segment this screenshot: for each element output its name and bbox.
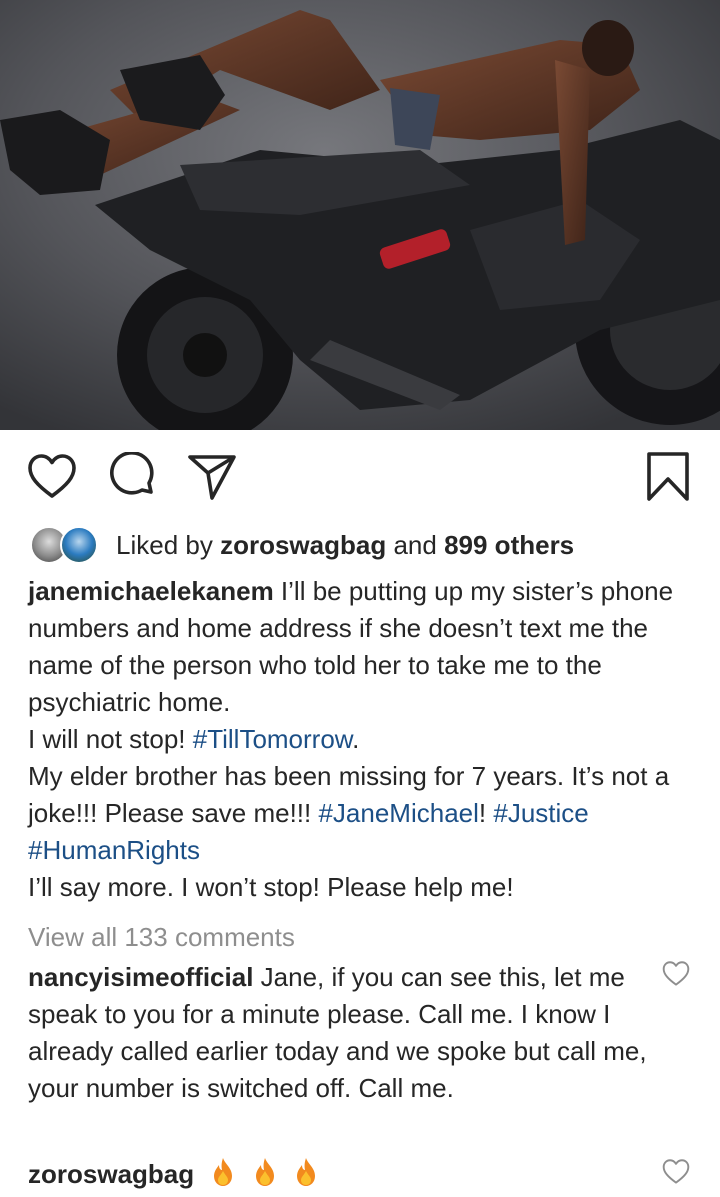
likes-row[interactable]: Liked by zoroswagbag and 899 others [30,522,574,568]
heart-outline-icon[interactable] [27,452,77,502]
fire-icon [255,1158,274,1186]
caption-username[interactable]: janemichaelekanem [28,576,274,606]
likes-others-count[interactable]: 899 others [444,530,574,560]
liker-username[interactable]: zoroswagbag [220,530,386,560]
post-photo [0,0,720,430]
comment-username[interactable]: zoroswagbag [28,1159,194,1189]
post-image[interactable] [0,0,720,430]
bookmark-icon[interactable] [643,452,693,502]
caption-text: I’ll say more. I won’t stop! Please help… [28,872,514,902]
avatar [60,526,98,564]
caption-text: . [352,724,360,754]
hashtag-link[interactable]: #Justice [493,798,588,828]
comment-username[interactable]: nancyisimeofficial [28,962,253,992]
comment-like-heart-icon[interactable] [662,1158,690,1186]
paper-plane-icon[interactable] [187,452,237,502]
liker-avatars [30,524,102,566]
comment-bubble-icon[interactable] [107,452,157,502]
likes-prefix: Liked by [116,529,213,560]
view-all-comments-link[interactable]: View all 133 comments [28,919,295,956]
fire-icon [214,1158,233,1186]
comment: zoroswagbag [28,1156,648,1197]
hashtag-link[interactable]: #TillTomorrow [193,724,352,754]
hashtag-link[interactable]: #HumanRights [28,835,200,865]
caption-text: I will not stop! [28,724,193,754]
likes-summary: Liked by zoroswagbag and 899 others [116,530,574,561]
hashtag-link[interactable]: #JaneMichael [318,798,478,828]
fire-icon [296,1158,315,1186]
post-actions-bar [0,430,720,520]
post-caption: janemichaelekanem I’ll be putting up my … [28,573,698,906]
likes-joiner: and [393,529,437,560]
comment: nancyisimeofficial Jane, if you can see … [28,959,648,1107]
fire-emojis [201,1157,317,1197]
comment-like-heart-icon[interactable] [662,960,690,988]
caption-text: ! [478,798,494,828]
